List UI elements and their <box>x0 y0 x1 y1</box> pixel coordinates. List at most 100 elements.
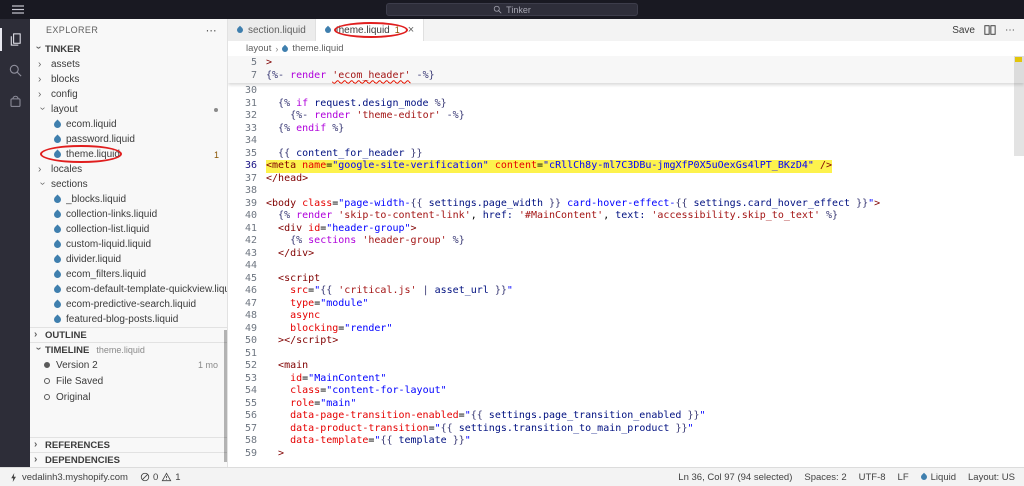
tab-theme.liquid[interactable]: theme.liquid 1 × <box>315 19 425 41</box>
code-line-54[interactable]: 54 class="content-for-layout" <box>228 385 1024 398</box>
error-count: 0 <box>152 471 159 483</box>
line-number: 42 <box>244 235 257 246</box>
tree-file-password.liquid[interactable]: password.liquid <box>30 132 227 147</box>
code-line-39[interactable]: 39 <body class="page-width-{{ settings.pa… <box>228 198 1024 211</box>
code-line-56[interactable]: 56 data-page-transition-enabled="{{ sett… <box>228 410 1024 423</box>
code-line-5[interactable]: 5 > <box>228 57 1024 70</box>
code-text: type="module" <box>266 298 368 311</box>
chevron-right-icon: › <box>38 163 42 175</box>
code-line-57[interactable]: 57 data-product-transition="{{ settings.… <box>228 423 1024 436</box>
code-line-50[interactable]: 50 ></script> <box>228 335 1024 348</box>
code-line-59[interactable]: 59 > <box>228 448 1024 461</box>
command-search-box[interactable]: Tinker <box>386 3 638 16</box>
close-icon[interactable]: × <box>408 24 414 36</box>
remote-indicator[interactable]: vedalinh3.myshopify.com <box>9 472 128 483</box>
sidebar-scrollbar[interactable] <box>224 330 227 462</box>
chevron-right-icon: › <box>38 58 42 70</box>
code-line-48[interactable]: 48 async <box>228 310 1024 323</box>
code-line-34[interactable]: 34 <box>228 135 1024 148</box>
menu-icon[interactable] <box>12 5 24 14</box>
problems-indicator[interactable]: 0 1 <box>140 472 181 483</box>
code-token: data-product-transition <box>290 422 429 434</box>
activity-explorer-button[interactable] <box>0 24 30 55</box>
tree-file-featured-blog-posts.liquid[interactable]: featured-blog-posts.liquid <box>30 312 227 327</box>
timeline-item-label: Original <box>56 391 91 403</box>
tree-folder-assets[interactable]: › assets <box>30 57 227 72</box>
code-token: %} <box>819 210 839 221</box>
tree-folder-blocks[interactable]: › blocks <box>30 72 227 87</box>
code-line-52[interactable]: 52 <main <box>228 360 1024 373</box>
status-item-layout-us[interactable]: Layout: US <box>968 472 1015 483</box>
code-editor[interactable]: 5 >7 {%- render 'ecom_header' -%} 30 31 {% … <box>228 56 1024 467</box>
code-line-58[interactable]: 58 data-template="{{ template }}" <box>228 435 1024 448</box>
code-token: content <box>494 160 537 171</box>
code-token: render <box>296 210 333 221</box>
tree-folder-locales[interactable]: › locales <box>30 162 227 177</box>
breadcrumb[interactable]: layout › theme.liquid <box>228 41 1024 56</box>
code-line-35[interactable]: 35 {{ content_for_header }} <box>228 148 1024 161</box>
code-line-30[interactable]: 30 <box>228 85 1024 98</box>
tree-folder-config[interactable]: › config <box>30 87 227 102</box>
tree-file-divider.liquid[interactable]: divider.liquid <box>30 252 227 267</box>
code-line-55[interactable]: 55 role="main" <box>228 398 1024 411</box>
tree-file-ecom-predictive-search.liquid[interactable]: ecom-predictive-search.liquid <box>30 297 227 312</box>
code-token: <div <box>278 222 303 234</box>
timeline-item[interactable]: File Saved <box>30 373 227 389</box>
tree-file-collection-links.liquid[interactable]: collection-links.liquid <box>30 207 227 222</box>
save-button[interactable]: Save <box>952 25 975 36</box>
activity-shopify-button[interactable] <box>0 86 30 117</box>
tree-file-ecom.liquid[interactable]: ecom.liquid <box>30 117 227 132</box>
code-line-51[interactable]: 51 <box>228 348 1024 361</box>
code-line-43[interactable]: 43 </div> <box>228 248 1024 261</box>
code-line-42[interactable]: 42 {% sections 'header-group' %} <box>228 235 1024 248</box>
dependencies-section-header[interactable]: › DEPENDENCIES <box>30 452 227 467</box>
code-line-36[interactable]: 36 <meta name="google-site-verification" … <box>228 160 1024 173</box>
code-line-41[interactable]: 41 <div id="header-group"> <box>228 223 1024 236</box>
status-item-liquid[interactable]: Liquid <box>919 472 956 483</box>
code-line-49[interactable]: 49 blocking="render" <box>228 323 1024 336</box>
code-token: 'accessibility.skip_to_text' <box>651 210 820 221</box>
split-editor-icon[interactable] <box>984 24 996 36</box>
status-item-ln-36-col-97-94-selected-[interactable]: Ln 36, Col 97 (94 selected) <box>678 472 792 483</box>
code-line-38[interactable]: 38 <box>228 185 1024 198</box>
breadcrumb-folder[interactable]: layout <box>246 43 271 54</box>
code-line-7[interactable]: 7 {%- render 'ecom_header' -%} <box>228 70 1024 83</box>
tree-file-collection-list.liquid[interactable]: collection-list.liquid <box>30 222 227 237</box>
tree-item-label: theme.liquid <box>66 149 120 160</box>
tab-section.liquid[interactable]: section.liquid <box>228 19 316 41</box>
code-line-33[interactable]: 33 {% endif %} <box>228 123 1024 136</box>
tree-folder-sections[interactable]: › sections <box>30 177 227 192</box>
code-line-32[interactable]: 32 {%- render 'theme-editor' -%} <box>228 110 1024 123</box>
references-section-header[interactable]: › REFERENCES <box>30 437 227 452</box>
status-item-spaces-2[interactable]: Spaces: 2 <box>804 472 846 483</box>
editor-scrollbar[interactable] <box>1014 56 1024 156</box>
timeline-item-age: 1 mo <box>197 360 218 370</box>
more-actions-icon[interactable]: ⋯ <box>1005 25 1015 36</box>
code-line-46[interactable]: 46 src="{{ 'critical.js' | asset_url }}" <box>228 285 1024 298</box>
tree-file-ecom-default-template-quickview.liquid[interactable]: ecom-default-template-quickview.liquid <box>30 282 227 297</box>
status-item-lf[interactable]: LF <box>898 472 909 483</box>
code-line-40[interactable]: 40 {% render 'skip-to-content-link', hre… <box>228 210 1024 223</box>
code-line-45[interactable]: 45 <script <box>228 273 1024 286</box>
code-line-47[interactable]: 47 type="module" <box>228 298 1024 311</box>
outline-section-header[interactable]: › OUTLINE <box>30 327 227 342</box>
workspace-section-header[interactable]: › TINKER <box>30 41 227 57</box>
timeline-section-header[interactable]: › TIMELINE theme.liquid <box>30 342 227 357</box>
explorer-more-icon[interactable]: ⋯ <box>206 24 217 37</box>
tree-file-custom-liquid.liquid[interactable]: custom-liquid.liquid <box>30 237 227 252</box>
timeline-item[interactable]: Version 2 1 mo <box>30 357 227 373</box>
timeline-item[interactable]: Original <box>30 389 227 405</box>
tree-file-_blocks.liquid[interactable]: _blocks.liquid <box>30 192 227 207</box>
code-line-53[interactable]: 53 id="MainContent" <box>228 373 1024 386</box>
code-token: }} <box>669 422 688 434</box>
code-line-44[interactable]: 44 <box>228 260 1024 273</box>
references-label: REFERENCES <box>45 439 110 451</box>
tree-file-ecom_filters.liquid[interactable]: ecom_filters.liquid <box>30 267 227 282</box>
tree-file-theme.liquid[interactable]: theme.liquid 1 <box>30 147 227 162</box>
activity-search-button[interactable] <box>0 55 30 86</box>
status-item-utf-8[interactable]: UTF-8 <box>859 472 886 483</box>
breadcrumb-file[interactable]: theme.liquid <box>292 43 343 54</box>
code-line-31[interactable]: 31 {% if request.design_mode %} <box>228 98 1024 111</box>
tree-folder-layout[interactable]: › layout <box>30 102 227 117</box>
code-line-37[interactable]: 37 </head> <box>228 173 1024 186</box>
